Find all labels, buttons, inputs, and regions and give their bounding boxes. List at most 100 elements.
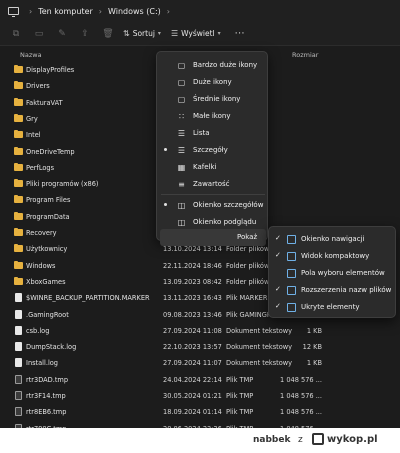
- file-row[interactable]: DumpStack.log 22.10.2023 13:57 Dokument te…: [0, 340, 400, 355]
- delete-icon[interactable]: 🗑︎: [100, 26, 116, 42]
- wykop-logo-icon: [312, 433, 324, 445]
- tiles-icon: ▦: [177, 163, 186, 172]
- view-menu-item[interactable]: ◫ Okienko szczegółów: [157, 197, 269, 214]
- view-menu-item[interactable]: ≡ Zawartość: [157, 176, 269, 193]
- column-header-name[interactable]: Nazwa: [20, 51, 42, 59]
- address-bar[interactable]: › Ten komputer › Windows (C:) ›: [0, 0, 400, 22]
- show-submenu-item[interactable]: Pola wyboru elementów: [269, 265, 397, 282]
- menu-separator: [161, 194, 265, 195]
- folder-icon: [14, 244, 23, 253]
- view-menu: ▢ Bardzo duże ikony ▢ Duże ikony ▢ Średnie ik…: [156, 51, 269, 246]
- content-icon: ≡: [178, 180, 185, 189]
- checkmark-icon: ✓: [275, 234, 281, 242]
- view-menu-item[interactable]: ∷ Małe ikony: [157, 108, 269, 125]
- view-menu-item[interactable]: ▢ Duże ikony: [157, 74, 269, 91]
- file-date: 13.11.2023 16:43: [163, 294, 222, 303]
- file-name: Install.log: [26, 359, 58, 368]
- file-icon: [15, 407, 22, 417]
- folder-icon: [14, 97, 23, 106]
- view-menu-item[interactable]: Pokaż ›: [160, 229, 266, 246]
- sort-icon: ⇅: [123, 29, 130, 38]
- file-size: 1 KB: [306, 359, 322, 368]
- file-name: Pliki programów (x86): [26, 180, 99, 189]
- monitor-icon: ▢: [177, 61, 186, 70]
- folder-icon: [14, 130, 23, 139]
- view-menu-item[interactable]: ▢ Średnie ikony: [157, 91, 269, 108]
- file-row[interactable]: csb.log 27.09.2024 11:08 Dokument tekstowy…: [0, 324, 400, 339]
- view-menu-item[interactable]: ▦ Kafelki: [157, 159, 269, 176]
- file-date: 22.10.2023 13:57: [163, 343, 222, 352]
- column-header-size[interactable]: Rozmiar: [292, 51, 318, 59]
- view-menu-item-label: Lista: [193, 129, 210, 137]
- eye-icon: [287, 303, 296, 312]
- file-name: OneDriveTemp: [26, 147, 75, 156]
- file-name: DisplayProfiles: [26, 66, 75, 74]
- file-name: .GamingRoot: [26, 310, 69, 319]
- view-menu-item-label: Okienko szczegółów: [193, 201, 264, 209]
- view-menu-item[interactable]: ▢ Bardzo duże ikony: [157, 57, 269, 74]
- chevron-right-icon: ›: [98, 6, 102, 16]
- show-submenu-item[interactable]: ✓ Ukryte elementy: [269, 299, 397, 316]
- checkbox-icon: [287, 269, 296, 278]
- breadcrumb-drive-c[interactable]: Windows (C:): [108, 7, 161, 16]
- file-type: Plik TMP: [226, 408, 254, 417]
- file-name: ProgramData: [26, 212, 70, 221]
- file-name: rtr8EB6.tmp: [26, 408, 67, 417]
- folder-icon: [14, 179, 23, 188]
- checkmark-icon: ✓: [275, 251, 281, 259]
- file-row[interactable]: Install.log 27.09.2024 11:07 Dokument teks…: [0, 356, 400, 371]
- share-icon[interactable]: ⇪: [77, 26, 93, 42]
- chevron-right-icon: ›: [166, 6, 170, 16]
- file-icon: [15, 342, 22, 352]
- file-name: Gry: [26, 114, 38, 123]
- view-button[interactable]: ☰ Wyświetl ▾: [171, 29, 221, 38]
- show-submenu-item[interactable]: ✓ Widok kompaktowy: [269, 248, 397, 265]
- command-bar: ⧉ ▭ ✎ ⇪ 🗑︎ ⇅ Sortuj ▾ ☰ Wyświetl ▾ ⋯: [0, 22, 400, 46]
- breadcrumb-this-pc[interactable]: Ten komputer: [38, 7, 93, 16]
- rename-icon[interactable]: ✎: [54, 26, 70, 42]
- file-row[interactable]: rtr3F14.tmp 30.05.2024 01:21 Plik TMP 1 048…: [0, 389, 400, 404]
- show-submenu-item[interactable]: ✓ Okienko nawigacji: [269, 231, 397, 248]
- file-name: csb.log: [26, 326, 50, 335]
- file-date: 22.11.2024 18:46: [163, 261, 222, 270]
- selected-bullet-icon: [164, 148, 167, 151]
- folder-icon: [14, 228, 23, 236]
- view-icon: ☰: [170, 29, 179, 38]
- file-row[interactable]: rtr3DAD.tmp 24.04.2024 22:14 Plik TMP 1 048…: [0, 373, 400, 388]
- more-options-button[interactable]: ⋯: [235, 28, 246, 39]
- view-menu-item[interactable]: ☰ Lista: [157, 125, 269, 142]
- sort-label: Sortuj: [132, 29, 155, 38]
- file-type: Plik TMP: [226, 375, 254, 384]
- view-menu-item-label: Zawartość: [193, 180, 230, 188]
- file-icon: [15, 374, 22, 384]
- file-type: Plik TMP: [226, 392, 254, 400]
- file-icon: [15, 325, 22, 335]
- file-type: Dokument tekstowy: [226, 326, 293, 335]
- file-icon: [15, 391, 22, 400]
- chevron-right-icon: ›: [29, 6, 33, 16]
- file-type: Folder plików: [226, 261, 270, 270]
- folder-icon: [14, 65, 23, 73]
- paste-icon[interactable]: ▭: [31, 26, 47, 42]
- chevron-down-icon: ▾: [217, 30, 221, 37]
- view-menu-item[interactable]: ☰ Szczegóły: [157, 142, 269, 159]
- file-size: 1 048 576 ...: [280, 375, 322, 384]
- copy-icon[interactable]: ⧉: [8, 26, 24, 42]
- view-menu-item-label: Małe ikony: [193, 112, 231, 120]
- folder-icon: [14, 211, 23, 220]
- sort-button[interactable]: ⇅ Sortuj ▾: [123, 29, 161, 38]
- view-label: Wyświetl: [181, 29, 215, 38]
- file-name: Windows: [26, 261, 56, 270]
- selected-bullet-icon: [164, 203, 167, 206]
- file-type: Folder plików: [226, 245, 270, 254]
- file-name: rtr3DAD.tmp: [26, 375, 69, 384]
- folder-icon: [14, 195, 23, 204]
- file-name: PerfLogs: [26, 163, 55, 172]
- view-menu-item-label: Okienko podglądu: [193, 218, 257, 226]
- show-submenu-item-label: Pola wyboru elementów: [301, 269, 385, 277]
- file-type: Dokument tekstowy: [226, 359, 293, 368]
- file-name: FakturaVAT: [26, 98, 63, 107]
- show-submenu-item[interactable]: ✓ Rozszerzenia nazw plików: [269, 282, 397, 299]
- file-row[interactable]: rtr8EB6.tmp 18.09.2024 01:14 Plik TMP 1 048…: [0, 405, 400, 420]
- grid-icon: ∷: [178, 112, 185, 121]
